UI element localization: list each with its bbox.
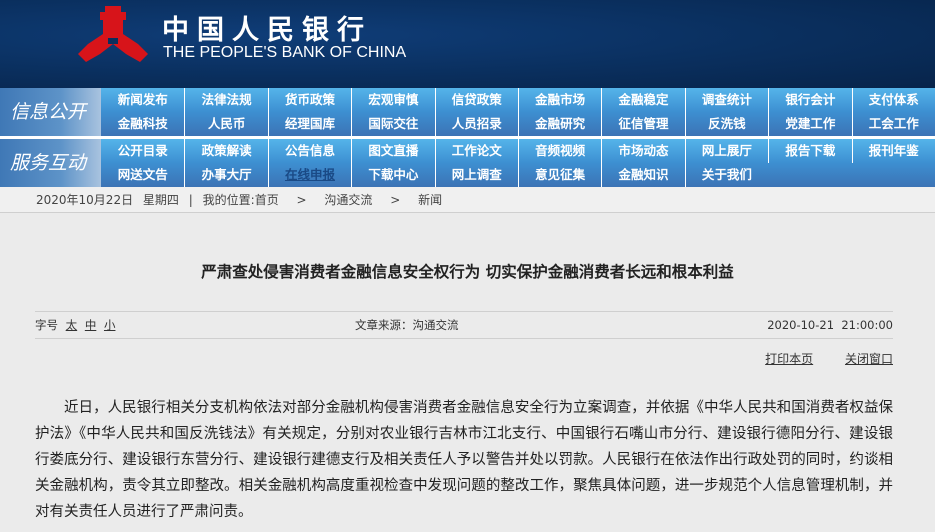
nav-item[interactable]: 公开目录 <box>101 139 184 163</box>
article-meta: 字号 太 中 小 文章来源：沟通交流 2020-10-21 21:00:00 <box>35 311 893 339</box>
main-nav: 信息公开 新闻发布 法律法规 货币政策 宏观审慎 信贷政策 金融市场 金融稳定 调查统计 银行会… <box>0 88 935 187</box>
bank-name-en: THE PEOPLE'S BANK OF CHINA <box>163 44 407 61</box>
nav-item[interactable]: 报告下载 <box>768 139 851 163</box>
font-medium-link[interactable]: 中 <box>85 318 97 332</box>
breadcrumb-current[interactable]: 新闻 <box>418 193 442 207</box>
nav-row: 网送文告 办事大厅 在线申报 下载中心 网上调查 意见征集 金融知识 关于我们 <box>101 163 935 187</box>
pboc-logo-icon <box>78 6 148 62</box>
nav-item[interactable]: 经理国库 <box>267 112 351 136</box>
breadcrumb-home[interactable]: 首页 <box>255 193 279 207</box>
chevron-right-icon: > <box>296 193 307 207</box>
nav-empty-cell <box>852 163 935 187</box>
nav-block-label: 信息公开 <box>0 88 101 136</box>
nav-item[interactable]: 图文直播 <box>351 139 434 163</box>
nav-row: 公开目录 政策解读 公告信息 图文直播 工作论文 音频视频 市场动态 网上展厅 报告下载 报刊年鉴 <box>101 139 935 163</box>
nav-item[interactable]: 人员招录 <box>434 112 518 136</box>
nav-item[interactable]: 关于我们 <box>684 163 768 187</box>
nav-item[interactable]: 调查统计 <box>684 88 768 112</box>
article-source: 文章来源：沟通交流 <box>355 318 459 332</box>
nav-item[interactable]: 金融科技 <box>101 112 184 136</box>
nav-item[interactable]: 政策解读 <box>184 139 267 163</box>
nav-block-label: 服务互动 <box>0 139 101 187</box>
nav-item[interactable]: 国际交往 <box>351 112 434 136</box>
nav-item[interactable]: 网送文告 <box>101 163 184 187</box>
nav-item[interactable]: 在线申报 <box>267 163 351 187</box>
nav-item[interactable]: 新闻发布 <box>101 88 184 112</box>
nav-item[interactable]: 金融市场 <box>517 88 601 112</box>
nav-item[interactable]: 人民币 <box>184 112 267 136</box>
nav-item[interactable]: 信贷政策 <box>434 88 518 112</box>
nav-block-service: 服务互动 公开目录 政策解读 公告信息 图文直播 工作论文 音频视频 市场动态 网上展厅 报告下… <box>0 139 935 187</box>
breadcrumb-section[interactable]: 沟通交流 <box>324 193 372 207</box>
font-small-link[interactable]: 小 <box>104 318 116 332</box>
print-page-link[interactable]: 打印本页 <box>765 352 813 366</box>
nav-item[interactable]: 征信管理 <box>601 112 684 136</box>
font-large-link[interactable]: 太 <box>66 318 78 332</box>
chevron-right-icon: > <box>390 193 401 207</box>
nav-item[interactable]: 音频视频 <box>517 139 601 163</box>
font-size-controls: 字号 太 中 小 <box>35 312 115 339</box>
nav-item[interactable]: 支付体系 <box>851 88 935 112</box>
close-window-link[interactable]: 关闭窗口 <box>845 352 893 366</box>
article-datetime: 2020-10-21 21:00:00 <box>767 318 893 332</box>
nav-row: 新闻发布 法律法规 货币政策 宏观审慎 信贷政策 金融市场 金融稳定 调查统计 银行会计 支付体系 <box>101 88 935 112</box>
bank-name-cn: 中国人民银行 <box>162 15 372 46</box>
breadcrumb-separator: | <box>188 193 193 207</box>
nav-item[interactable]: 金融稳定 <box>601 88 684 112</box>
nav-item[interactable]: 市场动态 <box>601 139 684 163</box>
nav-item[interactable]: 意见征集 <box>517 163 601 187</box>
current-date: 2020年10月22日 <box>36 193 134 207</box>
nav-row: 金融科技 人民币 经理国库 国际交往 人员招录 金融研究 征信管理 反洗钱 党建工作 工会工作 <box>101 112 935 136</box>
nav-item[interactable]: 工会工作 <box>851 112 935 136</box>
font-size-label: 字号 <box>35 318 58 332</box>
page-actions: 打印本页 关闭窗口 <box>737 350 893 367</box>
nav-item[interactable]: 金融研究 <box>517 112 601 136</box>
nav-item[interactable]: 网上调查 <box>434 163 518 187</box>
current-weekday: 星期四 <box>142 193 179 207</box>
nav-item[interactable]: 办事大厅 <box>184 163 267 187</box>
nav-item[interactable]: 银行会计 <box>768 88 851 112</box>
nav-item[interactable]: 网上展厅 <box>684 139 768 163</box>
site-header: 中国人民银行 THE PEOPLE'S BANK OF CHINA <box>0 0 935 88</box>
nav-item[interactable]: 下载中心 <box>351 163 434 187</box>
breadcrumb: 2020年10月22日 星期四 | 我的位置:首页 > 沟通交流 > 新闻 <box>0 187 935 213</box>
nav-item[interactable]: 工作论文 <box>434 139 518 163</box>
location-label: 我的位置: <box>202 193 255 207</box>
nav-item[interactable]: 报刊年鉴 <box>851 139 935 163</box>
nav-block-info: 信息公开 新闻发布 法律法规 货币政策 宏观审慎 信贷政策 金融市场 金融稳定 调查统计 银行会… <box>0 88 935 136</box>
nav-item[interactable]: 宏观审慎 <box>351 88 434 112</box>
nav-item[interactable]: 反洗钱 <box>684 112 768 136</box>
nav-empty-cell <box>768 163 851 187</box>
nav-item[interactable]: 金融知识 <box>601 163 684 187</box>
nav-item[interactable]: 党建工作 <box>768 112 851 136</box>
nav-item[interactable]: 法律法规 <box>184 88 267 112</box>
article-body: 近日，人民银行相关分支机构依法对部分金融机构侵害消费者金融信息安全行为立案调查，… <box>35 400 893 520</box>
article-title: 严肃查处侵害消费者金融信息安全权行为 切实保护金融消费者长远和根本利益 <box>201 263 734 281</box>
nav-item[interactable]: 公告信息 <box>267 139 351 163</box>
nav-item[interactable]: 货币政策 <box>267 88 351 112</box>
